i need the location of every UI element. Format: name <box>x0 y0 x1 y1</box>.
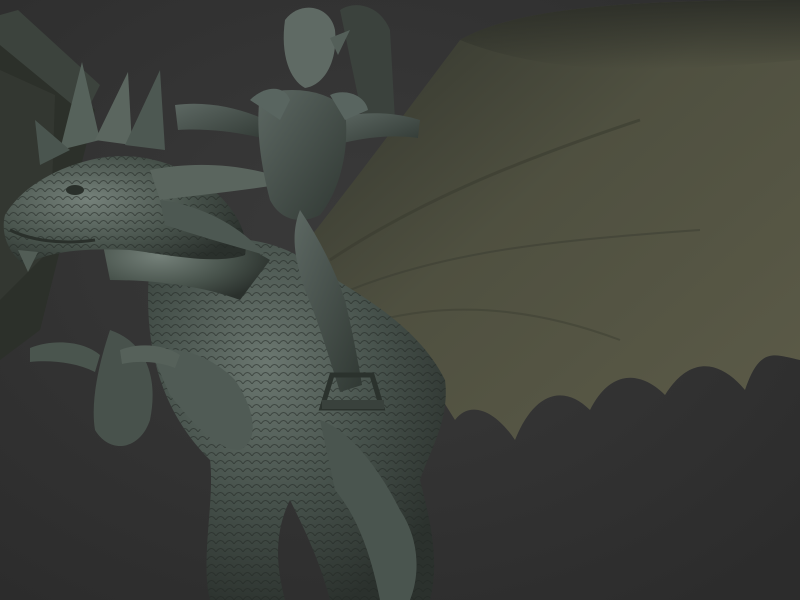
dragon-rider-sculpt-image <box>0 0 800 600</box>
sculpt-viewport <box>0 0 800 600</box>
